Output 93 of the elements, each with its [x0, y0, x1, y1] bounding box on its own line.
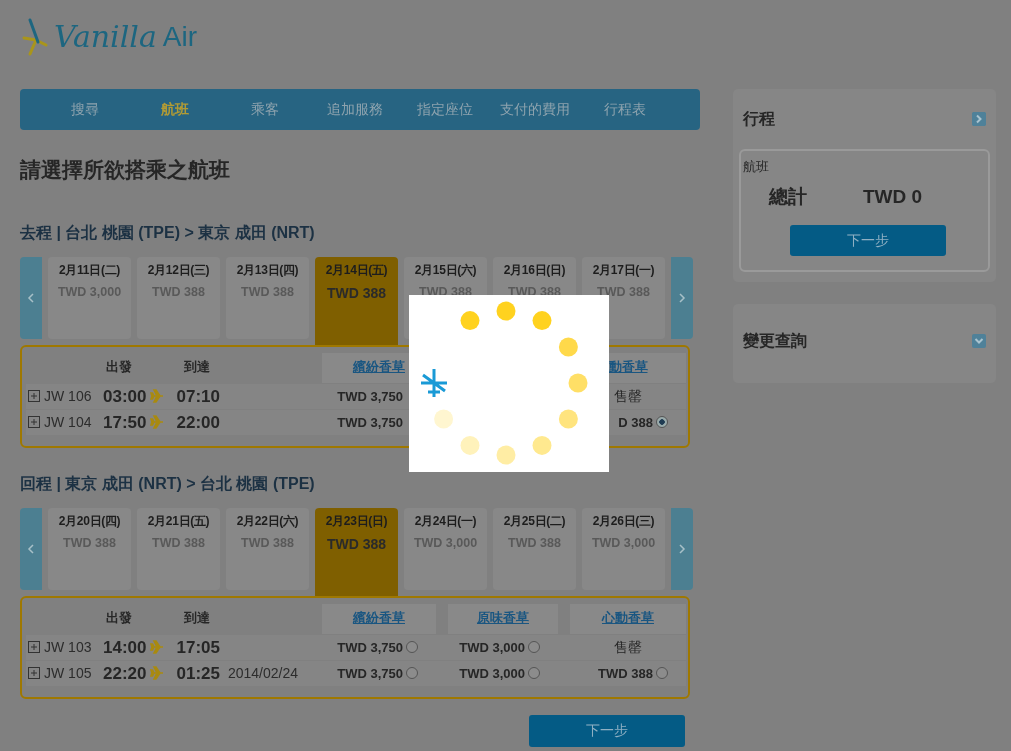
departure-time: 03:00 — [103, 385, 147, 408]
chevron-left-icon — [27, 542, 35, 555]
date-price: TWD 388 — [326, 534, 387, 554]
flight-number: JW 103 — [44, 637, 93, 657]
date-label: 2月25日(二) — [503, 512, 566, 530]
expand-icon[interactable] — [28, 641, 40, 654]
arrival-date: 2014/02/24 — [227, 663, 299, 683]
fare-type-link[interactable]: 繽紛香草 — [353, 358, 405, 377]
airplane-icon — [150, 640, 165, 655]
column-label: 出發 — [106, 359, 133, 377]
departure-time: 14:00 — [103, 636, 147, 659]
trip-title: 回程 | 東京 成田 (NRT) > 台北 桃園 (TPE) — [20, 473, 316, 494]
fare-radio[interactable] — [656, 667, 668, 680]
date-label: 2月20日(四) — [58, 512, 121, 530]
arrival-time: 07:10 — [176, 385, 220, 408]
date-label: 2月13日(四) — [236, 261, 299, 279]
panel-title: 行程 — [743, 109, 775, 129]
arrival-time: 01:25 — [176, 662, 220, 685]
fare-price: TWD 388 — [598, 664, 653, 683]
airplane-icon — [150, 389, 165, 404]
expand-icon[interactable] — [28, 416, 40, 429]
date-label: 2月11日(二) — [59, 261, 120, 279]
arrival-time: 17:05 — [176, 636, 220, 659]
arrival-time: 22:00 — [176, 411, 220, 434]
column-label: 到達 — [184, 610, 210, 628]
next-button[interactable]: 下一步 — [790, 225, 946, 256]
fare-radio[interactable] — [528, 641, 540, 654]
date-price: TWD 388 — [326, 283, 387, 303]
fare-type-link[interactable]: 原味香草 — [477, 609, 529, 628]
fare-price: TWD 3,000 — [459, 638, 525, 657]
chevron-right-icon — [678, 291, 686, 304]
fare-type-link[interactable]: 心動香草 — [602, 609, 654, 628]
fare-radio[interactable] — [656, 416, 668, 429]
date-tab[interactable]: 2月14日(五) TWD 388 — [315, 256, 398, 345]
expand-icon[interactable] — [28, 667, 40, 680]
next-dates-button[interactable] — [671, 256, 693, 339]
expand-icon[interactable] — [28, 390, 40, 403]
flight-label: 航班 — [743, 158, 770, 176]
date-label: 2月23日(日) — [325, 512, 388, 530]
previous-dates-button[interactable] — [20, 256, 42, 339]
date-label: 2月16日(日) — [503, 261, 566, 279]
column-label: 到達 — [184, 359, 210, 377]
chevron-down-icon[interactable] — [972, 334, 986, 348]
fare-type-link[interactable]: 動香草 — [608, 358, 648, 377]
sold-out-label: 售罄 — [614, 637, 642, 657]
chevron-right-icon[interactable] — [972, 112, 986, 126]
step-tab[interactable]: 搜尋 — [40, 99, 130, 120]
flight-number: JW 104 — [44, 412, 93, 432]
flight-number: JW 106 — [44, 386, 93, 406]
next-button[interactable]: 下一步 — [529, 714, 685, 747]
total-label: 總計 — [769, 184, 808, 209]
flight-number: JW 105 — [44, 663, 93, 683]
date-label: 2月12日(三) — [147, 261, 210, 279]
step-tab[interactable]: 行程表 — [580, 99, 670, 120]
date-label: 2月24日(一) — [414, 512, 477, 530]
departure-time: 22:20 — [103, 662, 147, 685]
airplane-icon — [150, 666, 165, 681]
next-dates-button[interactable] — [671, 507, 693, 590]
date-tab[interactable]: 2月23日(日) TWD 388 — [315, 507, 398, 596]
date-label: 2月15日(六) — [414, 261, 477, 279]
previous-dates-button[interactable] — [20, 507, 42, 590]
fare-price: TWD 3,750 — [337, 638, 403, 657]
departure-time: 17:50 — [103, 411, 147, 434]
fare-price: TWD 3,750 — [337, 413, 403, 432]
total-amount: TWD 0 — [863, 184, 923, 209]
chevron-right-icon — [678, 542, 686, 555]
chevron-left-icon — [27, 291, 35, 304]
fare-radio[interactable] — [528, 667, 540, 680]
logo-suffix-text: Air — [162, 23, 198, 51]
step-tab[interactable]: 指定座位 — [400, 99, 490, 120]
fare-type-link[interactable]: 繽紛香草 — [353, 609, 405, 628]
fare-radio[interactable] — [406, 641, 418, 654]
fare-price: D 388 — [618, 413, 653, 432]
step-tab[interactable]: 追加服務 — [310, 99, 400, 120]
date-label: 2月17日(一) — [592, 261, 655, 279]
step-tab[interactable]: 支付的費用 — [490, 99, 580, 120]
column-label: 出發 — [106, 610, 133, 628]
logo-text: Vanilla — [54, 22, 157, 52]
sold-out-label: 售罄 — [614, 386, 642, 406]
step-tab[interactable]: 乘客 — [220, 99, 310, 120]
date-label: 2月21日(五) — [147, 512, 210, 530]
step-tab[interactable]: 航班 — [130, 99, 220, 120]
fare-radio[interactable] — [406, 667, 418, 680]
date-label: 2月26日(三) — [592, 512, 655, 530]
fare-price: TWD 3,750 — [337, 387, 403, 406]
panel-title: 變更查詢 — [743, 331, 807, 351]
trip-title: 去程 | 台北 桃園 (TPE) > 東京 成田 (NRT) — [20, 222, 316, 243]
fare-price: TWD 3,000 — [459, 664, 525, 683]
airplane-icon — [150, 415, 165, 430]
date-label: 2月14日(五) — [325, 261, 388, 279]
fare-price: TWD 3,750 — [337, 664, 403, 683]
date-label: 2月22日(六) — [236, 512, 299, 530]
page-heading: 請選擇所欲搭乘之航班 — [20, 157, 231, 183]
